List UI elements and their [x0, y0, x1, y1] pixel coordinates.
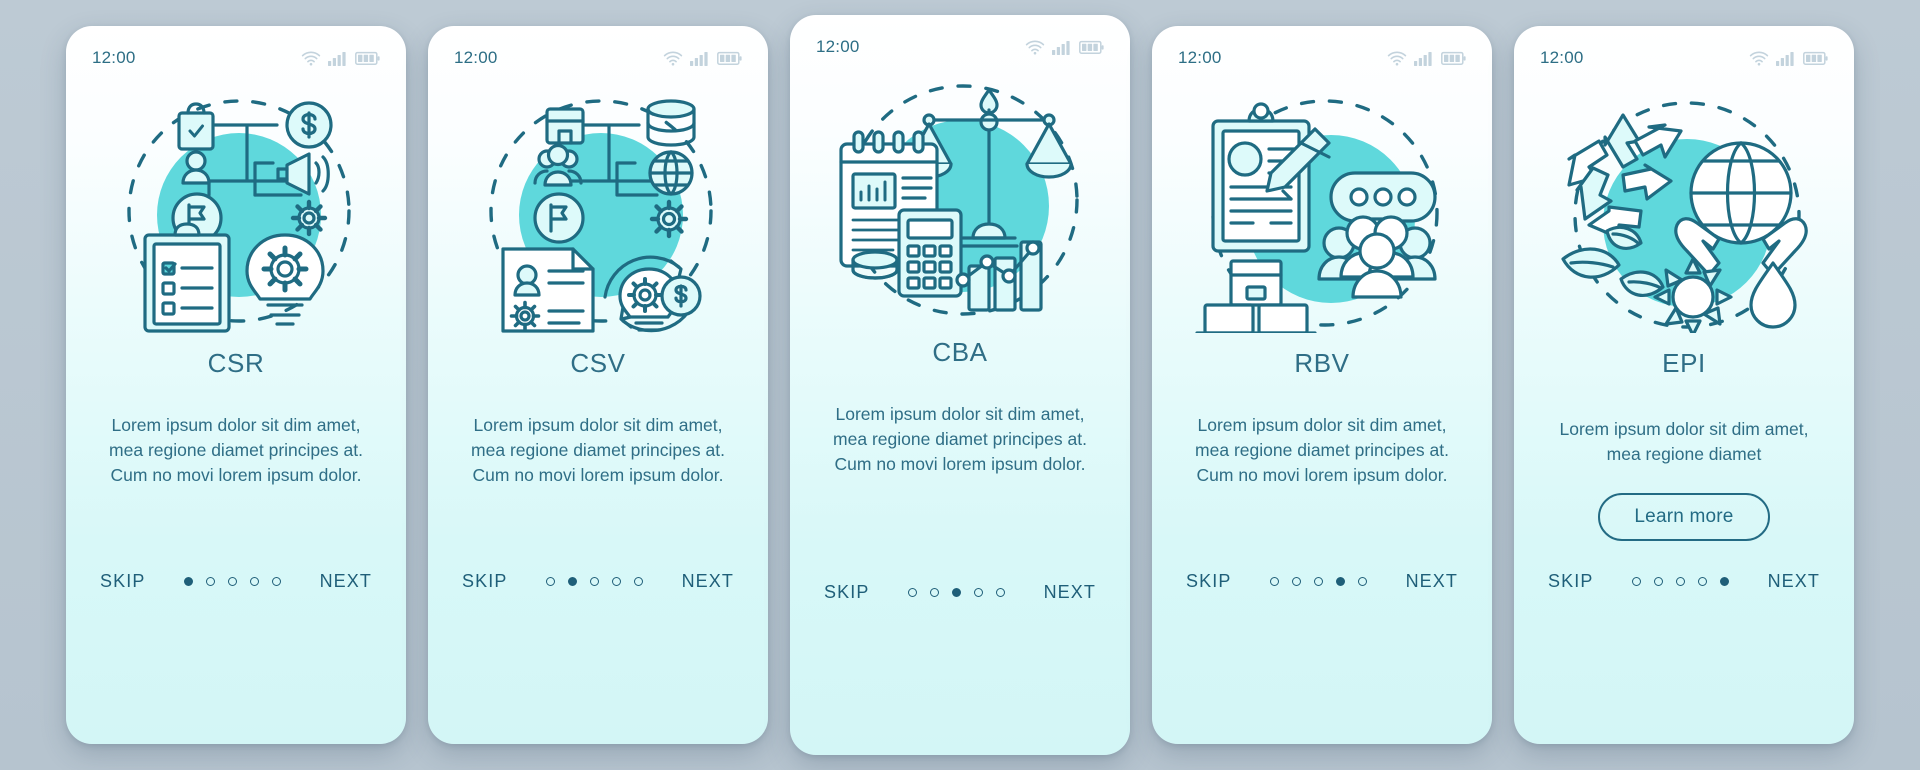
- pagination-dot[interactable]: [206, 577, 215, 586]
- screen-title: CSR: [207, 348, 265, 378]
- status-bar: 12:00: [66, 26, 406, 72]
- bottom-navigation: SKIP NEXT: [66, 571, 406, 592]
- pagination-dot[interactable]: [272, 577, 281, 586]
- next-button[interactable]: NEXT: [682, 571, 734, 592]
- pagination-dots: [1632, 577, 1729, 586]
- pagination-dot[interactable]: [184, 577, 193, 586]
- pagination-dot[interactable]: [1336, 577, 1345, 586]
- screen-body-text: Lorem ipsum dolor sit dim amet, mea regi…: [833, 404, 1087, 474]
- screen-title: RBV: [1294, 348, 1350, 378]
- screen-title: EPI: [1662, 348, 1706, 378]
- status-icon-group: [663, 50, 742, 66]
- onboarding-screen-epi: 12:00 EPI Lorem ipsum dolor sit dim amet…: [1514, 26, 1854, 744]
- status-bar: 12:00: [1514, 26, 1854, 72]
- status-clock: 12:00: [1178, 48, 1222, 67]
- cellular-signal-icon: [1052, 40, 1070, 55]
- pagination-dot[interactable]: [908, 588, 917, 597]
- status-bar: 12:00: [1152, 26, 1492, 72]
- pagination-dot[interactable]: [634, 577, 643, 586]
- battery-icon: [1441, 51, 1466, 65]
- status-icon-group: [301, 50, 380, 66]
- wifi-icon: [1025, 39, 1045, 54]
- pagination-dot[interactable]: [1314, 577, 1323, 586]
- pagination-dots: [908, 588, 1005, 597]
- status-clock: 12:00: [92, 48, 136, 67]
- wifi-icon: [1387, 50, 1407, 65]
- pagination-dot[interactable]: [612, 577, 621, 586]
- learn-more-wrapper: Learn more: [1514, 492, 1854, 541]
- pagination-dot[interactable]: [1676, 577, 1685, 586]
- status-clock: 12:00: [1540, 48, 1584, 67]
- onboarding-screen-csv: 12:00 CSV Lorem ipsum dolor sit dim amet…: [428, 26, 768, 744]
- pagination-dot[interactable]: [1720, 577, 1729, 586]
- next-button[interactable]: NEXT: [1406, 571, 1458, 592]
- pagination-dot[interactable]: [1698, 577, 1707, 586]
- pagination-dot[interactable]: [974, 588, 983, 597]
- pagination-dot[interactable]: [1632, 577, 1641, 586]
- pagination-dots: [546, 577, 643, 586]
- wifi-icon: [301, 50, 321, 65]
- pagination-dot[interactable]: [1270, 577, 1279, 586]
- wifi-icon: [1749, 50, 1769, 65]
- status-icon-group: [1749, 50, 1828, 66]
- skip-button[interactable]: SKIP: [100, 571, 145, 592]
- pagination-dot[interactable]: [546, 577, 555, 586]
- status-clock: 12:00: [454, 48, 498, 67]
- illustration-cba: [790, 61, 1130, 329]
- bottom-navigation: SKIP NEXT: [428, 571, 768, 592]
- pagination-dot[interactable]: [250, 577, 259, 586]
- battery-icon: [1079, 40, 1104, 54]
- pagination-dot[interactable]: [930, 588, 939, 597]
- illustration-csv: [428, 72, 768, 340]
- pagination-dot[interactable]: [568, 577, 577, 586]
- pagination-dot[interactable]: [996, 588, 1005, 597]
- cellular-signal-icon: [1776, 51, 1794, 66]
- screen-body-text: Lorem ipsum dolor sit dim amet, mea regi…: [1559, 419, 1809, 464]
- pagination-dot[interactable]: [228, 577, 237, 586]
- skip-button[interactable]: SKIP: [1548, 571, 1593, 592]
- screen-body-text: Lorem ipsum dolor sit dim amet, mea regi…: [471, 415, 725, 485]
- battery-icon: [717, 51, 742, 65]
- screen-title: CSV: [570, 348, 626, 378]
- learn-more-button[interactable]: Learn more: [1598, 492, 1770, 541]
- bottom-navigation: SKIP NEXT: [1152, 571, 1492, 592]
- pagination-dots: [184, 577, 281, 586]
- status-bar: 12:00: [428, 26, 768, 72]
- illustration-epi: [1514, 72, 1854, 340]
- next-button[interactable]: NEXT: [320, 571, 372, 592]
- status-bar: 12:00: [790, 15, 1130, 61]
- next-button[interactable]: NEXT: [1768, 571, 1820, 592]
- cellular-signal-icon: [690, 51, 708, 66]
- screen-title: CBA: [932, 337, 988, 367]
- screen-body-text: Lorem ipsum dolor sit dim amet, mea regi…: [1195, 415, 1449, 485]
- pagination-dot[interactable]: [1654, 577, 1663, 586]
- pagination-dot[interactable]: [1358, 577, 1367, 586]
- battery-icon: [355, 51, 380, 65]
- onboarding-screen-csr: 12:00 CSR Lorem ipsum dolor sit dim amet…: [66, 26, 406, 744]
- pagination-dot[interactable]: [1292, 577, 1301, 586]
- battery-icon: [1803, 51, 1828, 65]
- onboarding-screens-stage: 12:00 CSR Lorem ipsum dolor sit dim amet…: [0, 0, 1920, 770]
- skip-button[interactable]: SKIP: [1186, 571, 1231, 592]
- cellular-signal-icon: [328, 51, 346, 66]
- screen-body-text: Lorem ipsum dolor sit dim amet, mea regi…: [109, 415, 363, 485]
- skip-button[interactable]: SKIP: [462, 571, 507, 592]
- status-icon-group: [1387, 50, 1466, 66]
- illustration-rbv: [1152, 72, 1492, 340]
- pagination-dot[interactable]: [952, 588, 961, 597]
- skip-button[interactable]: SKIP: [824, 582, 869, 603]
- status-clock: 12:00: [816, 37, 860, 56]
- onboarding-screen-cba: 12:00 CBA Lorem ipsum dolor sit dim amet…: [790, 15, 1130, 755]
- cellular-signal-icon: [1414, 51, 1432, 66]
- wifi-icon: [663, 50, 683, 65]
- next-button[interactable]: NEXT: [1044, 582, 1096, 603]
- bottom-navigation: SKIP NEXT: [1514, 571, 1854, 592]
- pagination-dot[interactable]: [590, 577, 599, 586]
- illustration-csr: [66, 72, 406, 340]
- status-icon-group: [1025, 39, 1104, 55]
- bottom-navigation: SKIP NEXT: [790, 582, 1130, 603]
- pagination-dots: [1270, 577, 1367, 586]
- onboarding-screen-rbv: 12:00 RBV Lorem ipsum dolor sit dim amet…: [1152, 26, 1492, 744]
